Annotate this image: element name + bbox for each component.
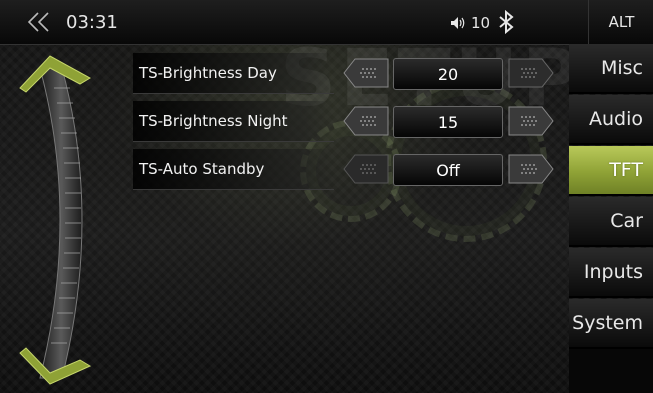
- volume-level: 10: [471, 14, 491, 32]
- bluetooth-icon: [499, 10, 514, 34]
- volume-icon: [451, 17, 465, 29]
- setting-label: TS-Brightness Day: [133, 53, 334, 94]
- clock: 03:31: [66, 12, 118, 33]
- increase-arrow-icon[interactable]: [508, 154, 554, 184]
- decrease-arrow-icon[interactable]: [343, 106, 389, 136]
- decrease-arrow-icon[interactable]: [343, 58, 389, 88]
- setting-value: Off: [393, 154, 503, 186]
- tabs-bottom-strip: [569, 349, 653, 393]
- increase-arrow-icon[interactable]: [508, 58, 554, 88]
- scroll-bar[interactable]: [10, 48, 120, 393]
- back-chevrons-icon[interactable]: [24, 10, 54, 34]
- setting-label: TS-Auto Standby: [133, 149, 334, 190]
- setting-value: 20: [393, 58, 503, 90]
- alt-button[interactable]: ALT: [588, 0, 653, 44]
- status-bar: 03:31 10 ALT: [0, 0, 653, 45]
- decrease-arrow-icon[interactable]: [343, 154, 389, 184]
- tab-inputs[interactable]: Inputs: [569, 248, 653, 298]
- setting-label: TS-Brightness Night: [133, 101, 334, 142]
- volume-indicator: 10: [450, 14, 490, 32]
- tab-system[interactable]: System: [569, 299, 653, 349]
- setting-value: 15: [393, 106, 503, 138]
- tab-misc[interactable]: Misc: [569, 44, 653, 94]
- tab-car[interactable]: Car: [569, 197, 653, 247]
- tab-audio[interactable]: Audio: [569, 95, 653, 145]
- category-tabs: Misc Audio TFT Car Inputs System: [569, 44, 653, 349]
- increase-arrow-icon[interactable]: [508, 106, 554, 136]
- tab-tft[interactable]: TFT: [569, 146, 653, 196]
